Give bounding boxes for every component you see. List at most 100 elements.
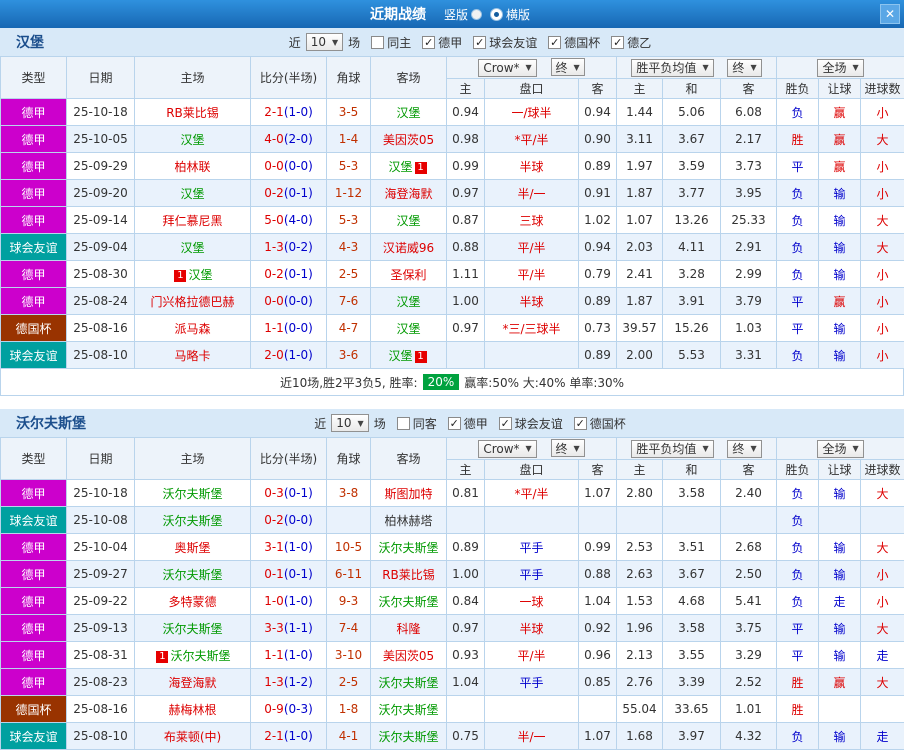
home-team-cell: 海登海默 xyxy=(135,669,251,696)
away-team-link[interactable]: 沃尔夫斯堡 xyxy=(378,730,438,744)
half-score: (2-0) xyxy=(284,132,313,146)
away-team-link[interactable]: 汉堡 xyxy=(388,160,412,174)
avg-away-cell: 3.31 xyxy=(721,342,777,369)
corner-cell: 9-3 xyxy=(327,588,371,615)
odds-home-cell: 0.97 xyxy=(447,615,485,642)
away-team-link[interactable]: 斯图加特 xyxy=(384,487,432,501)
checkbox-icon[interactable]: ✓ xyxy=(448,417,461,430)
league-filter-球会友谊[interactable]: ✓球会友谊 xyxy=(473,34,537,51)
odds-source-select[interactable]: Crow*▼ xyxy=(478,59,536,77)
home-team-link[interactable]: 海登海默 xyxy=(168,676,216,690)
league-filter-同客[interactable]: 同客 xyxy=(397,415,437,432)
league-filter-德国杯[interactable]: ✓德国杯 xyxy=(574,415,626,432)
away-team-link[interactable]: 汉堡 xyxy=(396,106,420,120)
home-team-cell: 马略卡 xyxy=(135,342,251,369)
avg-time-select[interactable]: 终▼ xyxy=(727,59,761,77)
away-team-link[interactable]: 美因茨05 xyxy=(383,649,434,663)
odds-time-select[interactable]: 终▼ xyxy=(551,58,585,76)
home-team-link[interactable]: 柏林联 xyxy=(174,160,210,174)
avg-time-select[interactable]: 终▼ xyxy=(727,440,761,458)
avg-source-select[interactable]: 胜平负均值▼ xyxy=(631,440,713,458)
home-team-link[interactable]: 赫梅林根 xyxy=(168,703,216,717)
league-filter-球会友谊[interactable]: ✓球会友谊 xyxy=(499,415,563,432)
half-score: (1-1) xyxy=(284,621,313,635)
result-cell: 负 xyxy=(777,507,819,534)
away-team-link[interactable]: 汉堡 xyxy=(396,295,420,309)
home-team-link[interactable]: 拜仁慕尼黑 xyxy=(162,214,222,228)
away-team-link[interactable]: 沃尔夫斯堡 xyxy=(378,541,438,555)
score-cell: 5-0(4-0) xyxy=(251,207,327,234)
checkbox-icon[interactable]: ✓ xyxy=(574,417,587,430)
away-team-link[interactable]: 美因茨05 xyxy=(383,133,434,147)
handicap-result-cell: 赢 xyxy=(819,126,861,153)
home-team-link[interactable]: 马略卡 xyxy=(174,349,210,363)
checkbox-icon[interactable]: ✓ xyxy=(611,36,624,49)
odds-home-cell: 0.81 xyxy=(447,480,485,507)
home-team-link[interactable]: 汉堡 xyxy=(188,268,212,282)
checkbox-icon[interactable]: ✓ xyxy=(422,36,435,49)
layout-option-horizontal[interactable]: 横版 xyxy=(490,6,530,23)
home-team-link[interactable]: 布莱顿(中) xyxy=(164,730,221,744)
away-team-link[interactable]: 科隆 xyxy=(396,622,420,636)
home-team-link[interactable]: 多特蒙德 xyxy=(168,595,216,609)
match-count-select[interactable]: 10▼ xyxy=(306,33,343,51)
league-filter-德甲[interactable]: ✓德甲 xyxy=(422,34,462,51)
odds-time-select[interactable]: 终▼ xyxy=(551,439,585,457)
avg-home-cell: 55.04 xyxy=(617,696,663,723)
checkbox-icon[interactable] xyxy=(397,417,410,430)
home-team-link[interactable]: 沃尔夫斯堡 xyxy=(162,487,222,501)
avg-source-select[interactable]: 胜平负均值▼ xyxy=(631,59,713,77)
league-filter-德国杯[interactable]: ✓德国杯 xyxy=(548,34,600,51)
radio-selected-icon[interactable] xyxy=(490,8,503,21)
goals-cell: 小 xyxy=(861,561,904,588)
league-filter-同主[interactable]: 同主 xyxy=(371,34,411,51)
avg-draw-cell: 5.53 xyxy=(663,342,721,369)
home-team-link[interactable]: 奥斯堡 xyxy=(174,541,210,555)
league-cell: 德甲 xyxy=(1,288,67,315)
avg-home-cell: 2.41 xyxy=(617,261,663,288)
home-team-link[interactable]: 沃尔夫斯堡 xyxy=(170,649,230,663)
league-filter-德甲[interactable]: ✓德甲 xyxy=(448,415,488,432)
away-team-link[interactable]: 汉堡 xyxy=(396,214,420,228)
away-team-link[interactable]: 海登海默 xyxy=(384,187,432,201)
league-filter-德乙[interactable]: ✓德乙 xyxy=(611,34,651,51)
away-team-link[interactable]: 汉堡 xyxy=(388,349,412,363)
avg-home-cell: 2.80 xyxy=(617,480,663,507)
away-team-link[interactable]: 汉诺威96 xyxy=(383,241,434,255)
checkbox-icon[interactable] xyxy=(371,36,384,49)
away-team-cell: 沃尔夫斯堡 xyxy=(371,723,447,750)
away-team-link[interactable]: 圣保利 xyxy=(390,268,426,282)
close-icon[interactable]: ✕ xyxy=(880,4,900,24)
away-team-link[interactable]: RB莱比锡 xyxy=(382,568,435,582)
home-team-link[interactable]: 沃尔夫斯堡 xyxy=(162,568,222,582)
away-team-cell: 沃尔夫斯堡 xyxy=(371,696,447,723)
home-team-link[interactable]: RB莱比锡 xyxy=(166,106,219,120)
score-cell: 1-3(1-2) xyxy=(251,669,327,696)
odds-source-select[interactable]: Crow*▼ xyxy=(478,440,536,458)
checkbox-icon[interactable]: ✓ xyxy=(499,417,512,430)
fulltime-select[interactable]: 全场▼ xyxy=(817,59,863,77)
fulltime-select[interactable]: 全场▼ xyxy=(817,440,863,458)
away-team-link[interactable]: 柏林赫塔 xyxy=(384,514,432,528)
away-team-link[interactable]: 沃尔夫斯堡 xyxy=(378,703,438,717)
home-team-link[interactable]: 汉堡 xyxy=(180,187,204,201)
home-team-link[interactable]: 沃尔夫斯堡 xyxy=(162,514,222,528)
layout-option-vertical[interactable]: 竖版 xyxy=(444,6,482,23)
result-cell: 负 xyxy=(777,261,819,288)
away-team-link[interactable]: 沃尔夫斯堡 xyxy=(378,595,438,609)
radio-unselected-icon[interactable] xyxy=(471,9,482,20)
away-team-link[interactable]: 沃尔夫斯堡 xyxy=(378,676,438,690)
full-score: 1-0 xyxy=(264,594,284,608)
checkbox-icon[interactable]: ✓ xyxy=(473,36,486,49)
away-team-link[interactable]: 汉堡 xyxy=(396,322,420,336)
checkbox-icon[interactable]: ✓ xyxy=(548,36,561,49)
home-team-link[interactable]: 沃尔夫斯堡 xyxy=(162,622,222,636)
home-team-link[interactable]: 派马森 xyxy=(174,322,210,336)
odds-away-cell: 0.90 xyxy=(579,126,617,153)
home-team-link[interactable]: 汉堡 xyxy=(180,133,204,147)
dropdown-arrow-icon: ▼ xyxy=(358,419,364,428)
home-team-link[interactable]: 汉堡 xyxy=(180,241,204,255)
goals-cell: 大 xyxy=(861,207,904,234)
match-count-select[interactable]: 10▼ xyxy=(331,414,368,432)
home-team-link[interactable]: 门兴格拉德巴赫 xyxy=(150,295,234,309)
